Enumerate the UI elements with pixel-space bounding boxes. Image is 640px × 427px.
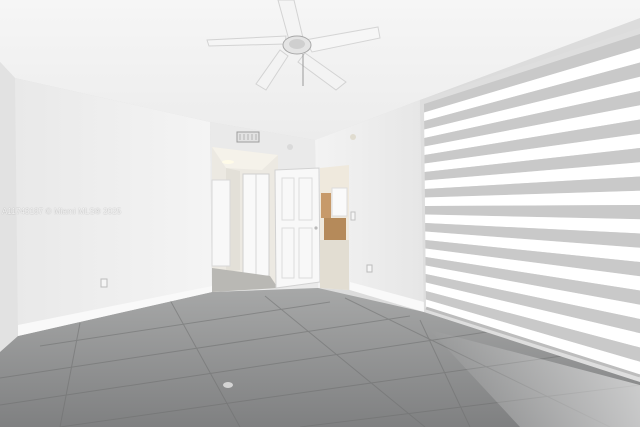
hallway-light: [222, 160, 234, 164]
smoke-detector: [350, 134, 356, 140]
hallway-far-door: [211, 179, 231, 267]
door-handle: [314, 226, 318, 230]
kitchen-cabinets: [321, 193, 331, 218]
outlet-left: [100, 278, 108, 288]
mls-watermark: A11743187 © Miami MLS® 2025: [2, 207, 122, 216]
kitchen-counter: [324, 218, 346, 240]
outlet-right: [366, 264, 373, 273]
room-photo: A11743187 © Miami MLS® 2025: [0, 0, 640, 427]
light-switch: [350, 211, 356, 221]
kitchen-window: [331, 187, 348, 217]
light-reflection: [223, 382, 233, 388]
thermostat: [287, 144, 293, 150]
kitchen-floor: [320, 240, 349, 290]
